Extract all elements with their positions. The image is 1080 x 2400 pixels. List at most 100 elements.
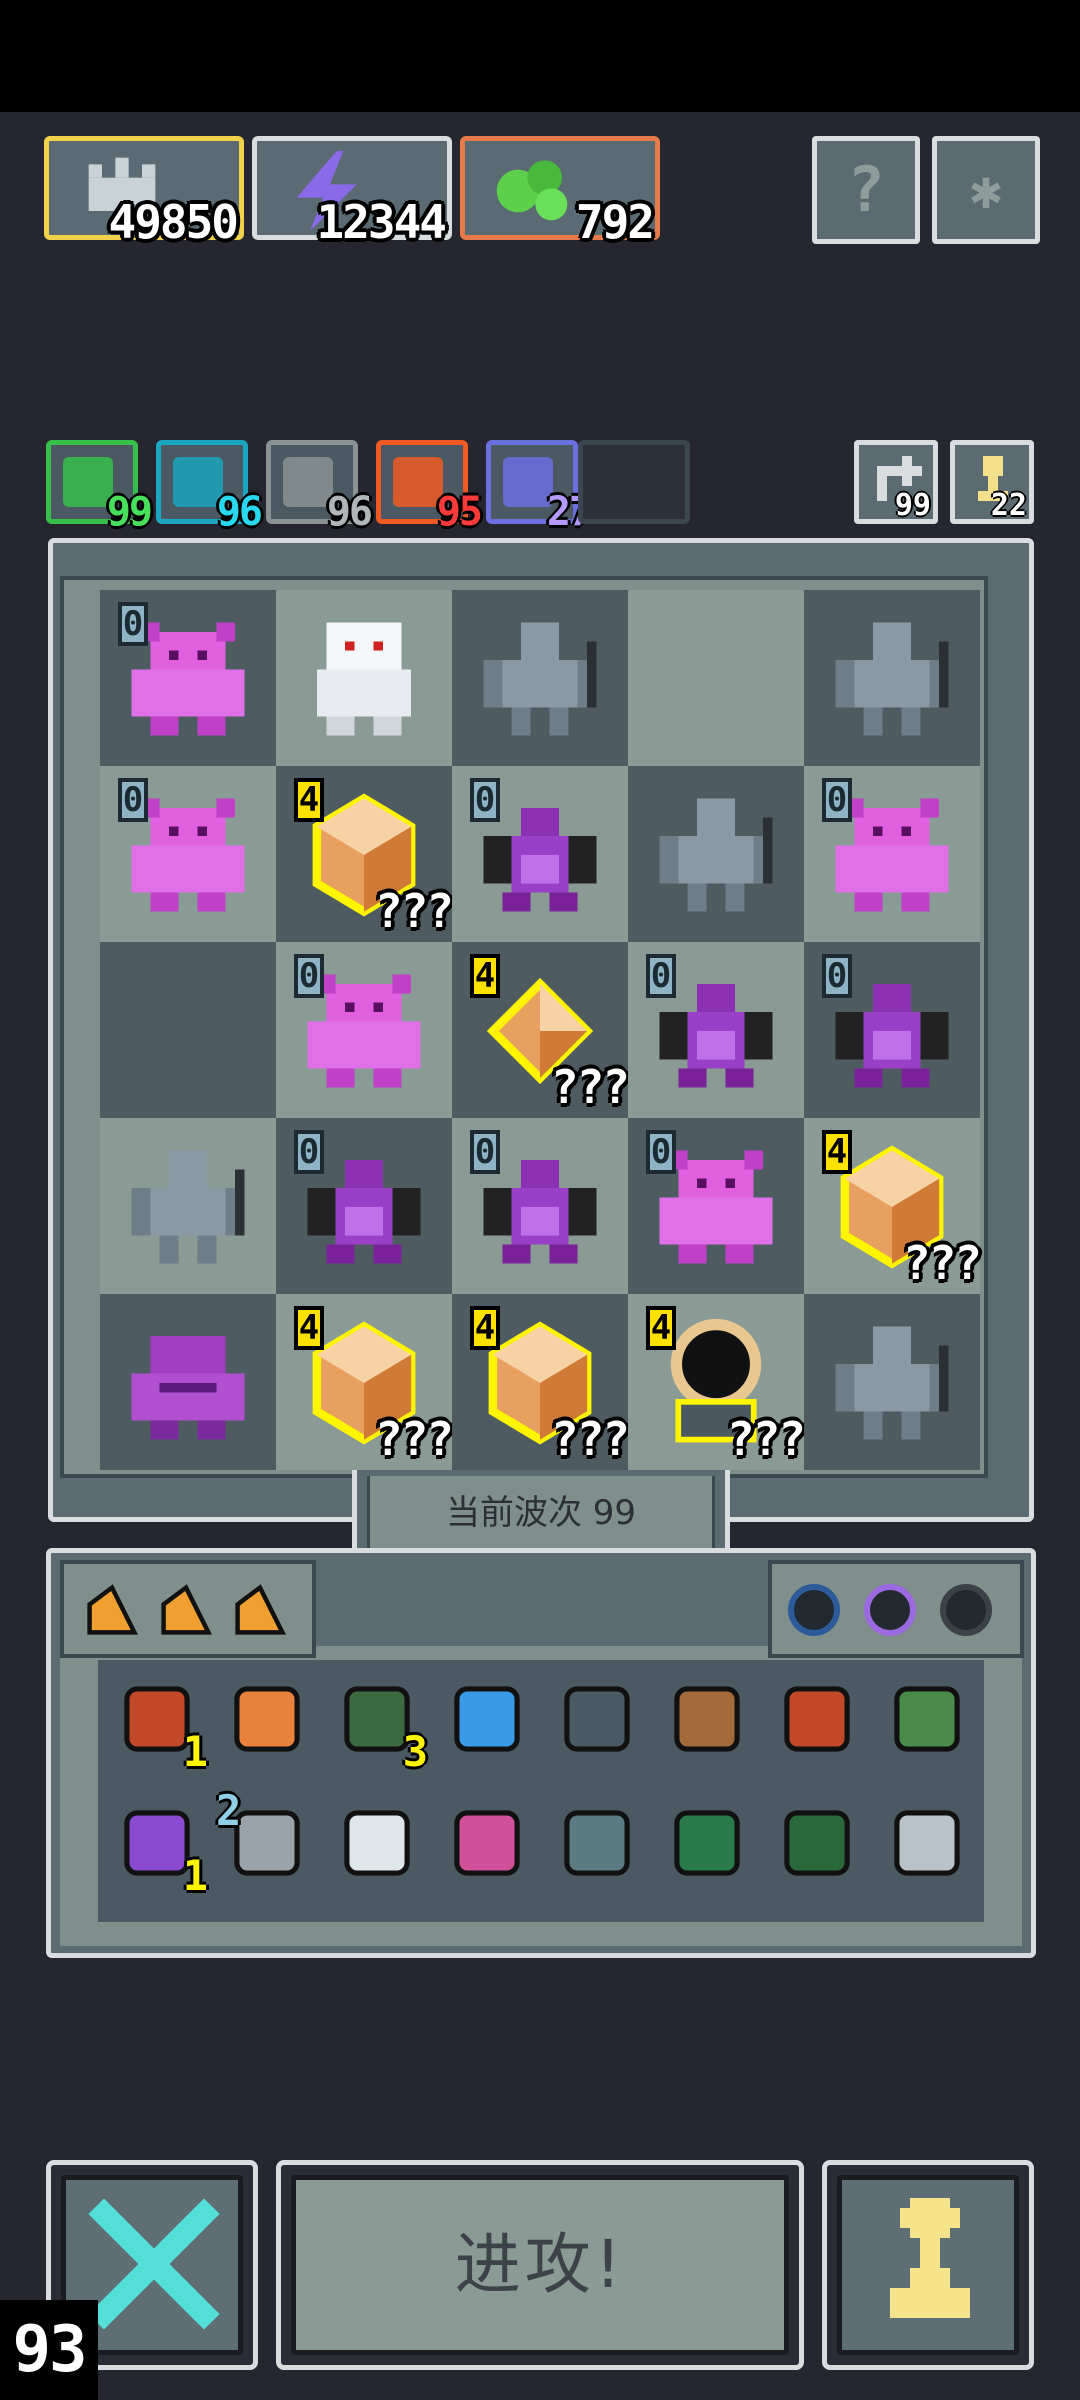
hero-button[interactable] (822, 2160, 1034, 2370)
inventory-item[interactable]: 3 (334, 1676, 428, 1776)
fps-counter: 93 (0, 2300, 98, 2400)
board-cell-demon[interactable]: 0 (100, 766, 276, 942)
triangle-tab-2-icon[interactable] (158, 1582, 214, 1638)
orange-buff-icon (393, 457, 443, 507)
refresh-button[interactable]: 99 (854, 440, 938, 524)
empty-buff-slot (578, 440, 690, 524)
unit-level-badge: 0 (294, 954, 324, 998)
pawn-shop-button[interactable]: 22 (950, 440, 1034, 524)
shadow-demon-icon (131, 1335, 245, 1440)
inventory-item[interactable] (774, 1800, 860, 1886)
board-cell-crystal[interactable]: 4??? (276, 766, 454, 942)
inventory-item[interactable] (444, 1800, 530, 1886)
unit-level-badge: 0 (294, 1130, 324, 1174)
inventory-item[interactable] (884, 1800, 970, 1886)
unit-level-badge: 0 (470, 778, 500, 822)
unit-level-badge: 4 (470, 1306, 500, 1350)
board-cell-golem[interactable] (100, 1118, 276, 1294)
golem-icon (131, 1150, 245, 1264)
cyan-buff[interactable]: 96 (156, 440, 263, 535)
rune-green-icon (674, 1810, 740, 1876)
board-cell-crystal[interactable]: 4??? (804, 1118, 982, 1294)
board-cell-demon[interactable]: 0 (100, 590, 276, 766)
pink-arrow-icon (454, 1810, 520, 1876)
claw-icon (894, 1810, 960, 1876)
unit-level-badge: 4 (646, 1306, 676, 1350)
blue-ring-icon[interactable] (788, 1584, 840, 1636)
armor-icon (234, 1686, 300, 1752)
inventory-item[interactable]: 2 (216, 1786, 310, 1886)
board-cell-ghost[interactable] (276, 590, 452, 766)
golem-icon (835, 622, 949, 736)
item-count: 3 (402, 1727, 428, 1776)
board-cell-crystal[interactable]: 4??? (452, 1294, 630, 1470)
currency-value: 12344 (316, 195, 447, 249)
board-cell-golem[interactable] (628, 766, 804, 942)
golem-icon (659, 798, 773, 912)
orange-buff[interactable]: 95 (376, 440, 483, 535)
board-cell-crystal[interactable]: 4??? (276, 1294, 454, 1470)
item-count: 2 (216, 1786, 242, 1835)
inventory-item[interactable] (334, 1800, 420, 1886)
item-count: 1 (182, 1727, 208, 1776)
purple-buff[interactable]: 27 (486, 440, 593, 535)
inventory-item[interactable] (884, 1676, 970, 1762)
unknown-label: ??? (374, 1412, 454, 1466)
buff-value: 95 (436, 489, 483, 535)
buff-value: 99 (106, 489, 153, 535)
inventory-item[interactable] (774, 1676, 860, 1762)
board-cell-empty[interactable] (628, 590, 804, 766)
help-button[interactable]: ? (812, 136, 920, 244)
inventory-item[interactable] (444, 1676, 530, 1762)
board-cell-empty[interactable] (100, 942, 276, 1118)
settings-button[interactable]: ✱ (932, 136, 1040, 244)
board-cell-dragon[interactable]: 0 (804, 942, 980, 1118)
inventory-item[interactable] (554, 1800, 640, 1886)
board-cell-demon[interactable]: 0 (628, 1118, 804, 1294)
currency-value: 49850 (108, 195, 239, 249)
unit-level-badge: 0 (822, 954, 852, 998)
unit-level-badge: 4 (294, 1306, 324, 1350)
crystal-ball-icon (454, 1686, 520, 1752)
triangle-tab-1-icon[interactable] (84, 1582, 140, 1638)
item-count: 1 (182, 1851, 208, 1900)
attack-label: 进攻! (291, 2175, 789, 2355)
board-cell-dragon[interactable]: 0 (628, 942, 804, 1118)
pawn-count: 22 (990, 488, 1027, 523)
inventory-item[interactable]: 1 (114, 1676, 208, 1776)
board-cell-dragon[interactable]: 0 (452, 766, 628, 942)
board-cell-dark-demon[interactable] (100, 1294, 276, 1470)
purple-ring-icon[interactable] (864, 1584, 916, 1636)
currency-slime: 792 (460, 136, 660, 249)
gray-buff-icon (283, 457, 333, 507)
dark-ring-icon[interactable] (940, 1584, 992, 1636)
unknown-label: ??? (374, 884, 454, 938)
attack-button[interactable]: 进攻! (276, 2160, 804, 2370)
green-buff[interactable]: 99 (46, 440, 153, 535)
board-cell-dragon[interactable]: 0 (452, 1118, 628, 1294)
board-cell-gem[interactable]: 4??? (452, 942, 630, 1118)
board-cell-golem[interactable] (452, 590, 628, 766)
triangle-tab-3-icon[interactable] (232, 1582, 288, 1638)
inventory-item[interactable] (224, 1676, 310, 1762)
board-cell-golem[interactable] (804, 1294, 980, 1470)
inventory-item[interactable] (554, 1676, 640, 1762)
board-cell-demon[interactable]: 0 (804, 766, 980, 942)
inventory-item[interactable] (664, 1676, 750, 1762)
gray-buff[interactable]: 96 (266, 440, 373, 535)
inventory-item[interactable]: 1 (114, 1800, 208, 1900)
spikes-icon (564, 1686, 630, 1752)
board-cell-dragon[interactable]: 0 (276, 1118, 452, 1294)
inventory-orbs (768, 1560, 1024, 1658)
board-cell-portal[interactable]: 4??? (628, 1294, 806, 1470)
board-cell-demon[interactable]: 0 (276, 942, 452, 1118)
unit-level-badge: 0 (822, 778, 852, 822)
board-cell-golem[interactable] (804, 590, 980, 766)
ghost-icon (316, 622, 412, 736)
purple-buff-icon (503, 457, 553, 507)
unknown-label: ??? (550, 1412, 630, 1466)
golem-icon (835, 1326, 949, 1440)
inventory-item[interactable] (664, 1800, 750, 1886)
unknown-label: ??? (726, 1412, 806, 1466)
unit-level-badge: 0 (470, 1130, 500, 1174)
